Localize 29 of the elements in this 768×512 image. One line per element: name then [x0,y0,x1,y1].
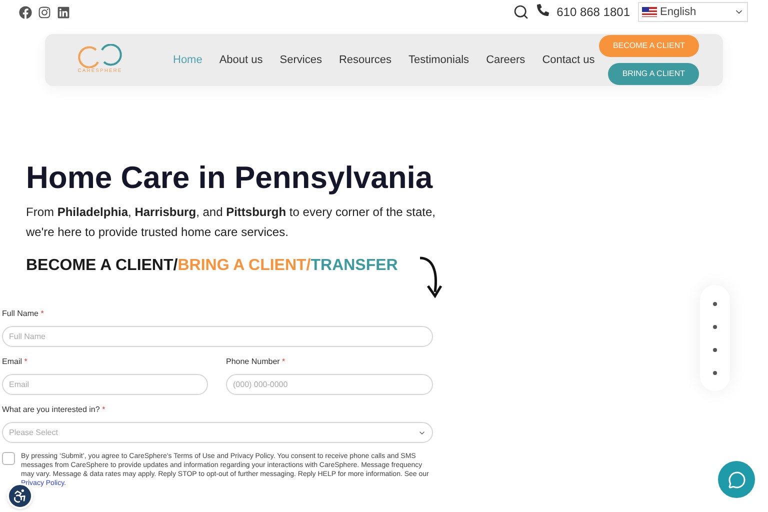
input-field[interactable]: (000) 000-0000 [226,374,433,395]
input-field[interactable]: Email [2,374,208,395]
phone-number[interactable]: 610 868 1801 [556,3,630,21]
accessibility-icon [12,488,28,504]
nav-link[interactable]: Careers [486,52,526,68]
nav-link[interactable]: Testimonials [408,52,470,68]
field-label: Email * [2,356,28,368]
search-icon[interactable] [512,4,529,20]
instagram-icon[interactable] [38,6,51,18]
field-label: What are you interested in? * [2,404,106,416]
flag-icon [642,7,657,17]
phone-icon [536,4,549,16]
chat-icon [728,470,746,488]
tagline: BECOME A CLIENT/BRING A CLIENT/TRANSFER [26,256,398,276]
field-label: Full Name * [2,308,45,320]
nav-link[interactable]: Services [280,52,322,68]
chat-button[interactable] [718,461,755,498]
facebook-icon[interactable] [19,6,32,18]
field-label: Phone Number * [226,356,286,368]
curved-arrow-icon [418,256,444,298]
consent-checkbox[interactable] [2,452,15,465]
nav-link[interactable]: Resources [338,52,392,68]
intro-text: From Philadelphia, Harrisburg, and Pittsburgh to every corner of the state, we're here to provide trusted home care services. [26,204,437,241]
nav-link[interactable]: Contact us [542,52,595,68]
input-field[interactable]: Full Name [2,326,433,347]
language-select[interactable]: English [638,2,748,22]
nav-link[interactable]: About us [219,52,263,68]
page-title: Home Care in Pennsylvania [26,162,434,193]
linkedin-icon[interactable] [57,6,70,18]
